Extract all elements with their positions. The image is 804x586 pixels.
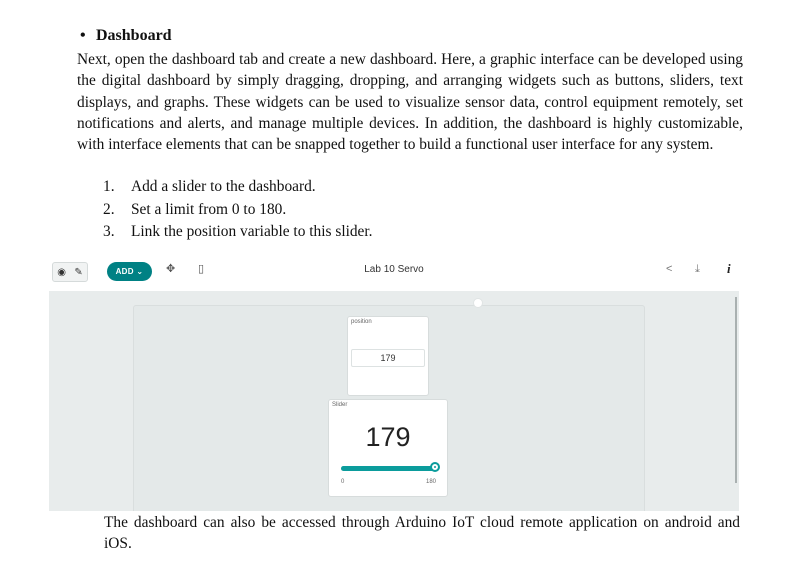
- intro-paragraph: Next, open the dashboard tab and create …: [77, 51, 743, 154]
- step-number: 2.: [103, 200, 115, 218]
- step-text: Link the position variable to this slide…: [131, 223, 373, 240]
- dashboard-toolbar: ◉ ✎ ADD ⌄ ✥ ▯ Lab 10 Servo < ⤓ i: [49, 253, 739, 291]
- step-text: Add a slider to the dashboard.: [131, 178, 316, 195]
- value-widget[interactable]: position 179: [347, 316, 429, 396]
- info-icon[interactable]: i: [727, 261, 731, 277]
- list-item: 1. Add a slider to the dashboard.: [103, 176, 373, 199]
- share-icon[interactable]: <: [666, 263, 672, 275]
- slider-thumb[interactable]: [430, 462, 441, 472]
- steps-list: 1. Add a slider to the dashboard. 2. Set a…: [103, 176, 373, 244]
- list-item: 2. Set a limit from 0 to 180.: [103, 199, 373, 222]
- slider-max-label: 180: [426, 479, 437, 485]
- slider-min-label: 0: [341, 479, 345, 485]
- slider-fill: [341, 466, 436, 471]
- slider-widget[interactable]: Slider 179 0 180: [328, 399, 448, 497]
- step-number: 1.: [103, 178, 115, 195]
- scrollbar[interactable]: [735, 297, 737, 483]
- footer-paragraph: The dashboard can also be accessed throu…: [104, 514, 740, 553]
- resize-handle[interactable]: [473, 298, 483, 308]
- dashboard-screenshot: ◉ ✎ ADD ⌄ ✥ ▯ Lab 10 Servo < ⤓ i positio…: [49, 253, 739, 511]
- slider-track[interactable]: [341, 462, 441, 472]
- value-widget-label: position: [351, 319, 372, 325]
- section-heading: • Dashboard: [80, 27, 172, 45]
- download-icon[interactable]: ⤓: [695, 263, 700, 276]
- bullet-marker: •: [80, 27, 86, 44]
- step-number: 3.: [103, 223, 115, 240]
- step-text: Set a limit from 0 to 180.: [131, 200, 287, 218]
- dashboard-title: Lab 10 Servo: [364, 264, 424, 275]
- slider-widget-label: Slider: [332, 402, 348, 408]
- value-display: 179: [351, 349, 425, 367]
- list-item: 3. Link the position variable to this sli…: [103, 221, 373, 244]
- slider-value: 179: [365, 422, 411, 452]
- heading-text: Dashboard: [96, 27, 172, 44]
